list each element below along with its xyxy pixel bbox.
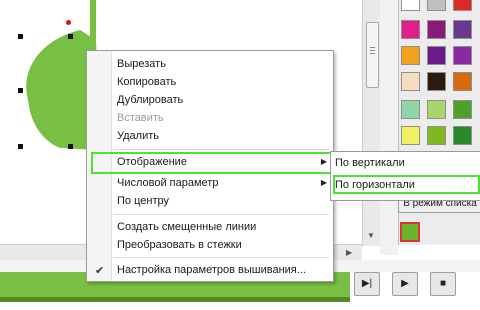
menu-item-delete[interactable]: Удалить: [117, 130, 159, 142]
selection-handle[interactable]: [18, 88, 23, 93]
selection-handle[interactable]: [18, 144, 23, 149]
color-swatch[interactable]: [427, 100, 446, 119]
right-toolbar-strip: [380, 0, 398, 255]
color-swatch[interactable]: [401, 126, 420, 145]
selection-handle[interactable]: [18, 34, 23, 39]
color-swatch[interactable]: [427, 72, 446, 91]
stop-icon: ■: [439, 278, 447, 289]
color-swatch[interactable]: [401, 72, 420, 91]
submenu-arrow-icon: ▶: [320, 157, 327, 166]
selected-color-swatch[interactable]: [400, 222, 420, 242]
color-swatch[interactable]: [401, 0, 420, 11]
scroll-down-icon[interactable]: ▼: [367, 231, 375, 240]
color-swatch[interactable]: [453, 46, 472, 65]
color-swatch[interactable]: [453, 20, 472, 39]
menu-item-embroidery-settings[interactable]: Настройка параметров вышивания...: [117, 264, 306, 276]
color-swatch[interactable]: [453, 72, 472, 91]
color-swatch[interactable]: [453, 100, 472, 119]
color-swatch[interactable]: [401, 46, 420, 65]
menu-item-numeric-parameter[interactable]: Числовой параметр: [117, 177, 218, 189]
menu-separator: [113, 149, 329, 150]
context-menu: Вырезать Копировать Дублировать Вставить…: [86, 50, 334, 282]
color-swatch[interactable]: [453, 126, 472, 145]
menu-separator: [113, 214, 329, 215]
menu-item-mirror[interactable]: Отображение: [117, 156, 187, 168]
step-icon: ▶|: [361, 278, 373, 289]
menu-item-duplicate[interactable]: Дублировать: [117, 94, 183, 106]
scroll-right-icon[interactable]: ▶: [346, 248, 352, 257]
color-swatch[interactable]: [453, 0, 472, 11]
color-swatch[interactable]: [401, 100, 420, 119]
selection-handle[interactable]: [68, 34, 73, 39]
color-swatch[interactable]: [427, 20, 446, 39]
color-swatch[interactable]: [427, 126, 446, 145]
stop-button[interactable]: ■: [430, 272, 456, 296]
menu-separator: [113, 257, 329, 258]
submenu-arrow-icon: ▶: [320, 178, 327, 187]
scrollbar-thumb[interactable]: [366, 22, 379, 88]
menu-item-create-offset-lines[interactable]: Создать смещенные линии: [117, 221, 256, 233]
step-button[interactable]: ▶|: [354, 272, 380, 296]
menu-item-center[interactable]: По центру: [117, 195, 169, 207]
menu-item-paste[interactable]: Вставить: [117, 112, 164, 124]
selection-handle[interactable]: [68, 144, 73, 149]
rotation-handle[interactable]: [66, 20, 71, 25]
mirror-submenu: По вертикали По горизонтали: [330, 151, 480, 201]
color-swatch[interactable]: [427, 46, 446, 65]
menu-item-copy[interactable]: Копировать: [117, 76, 176, 88]
menu-item-convert-to-stitches[interactable]: Преобразовать в стежки: [117, 239, 242, 251]
progress-bar-shadow: [0, 297, 350, 302]
submenu-item-horizontal[interactable]: По горизонтали: [335, 179, 415, 191]
menu-item-cut[interactable]: Вырезать: [117, 58, 166, 70]
submenu-item-vertical[interactable]: По вертикали: [335, 157, 405, 169]
color-swatch[interactable]: [401, 20, 420, 39]
vertical-scrollbar[interactable]: ▼: [362, 0, 382, 246]
play-icon: ▶: [401, 278, 409, 289]
color-swatch[interactable]: [427, 0, 446, 11]
check-icon: ✔: [95, 265, 105, 277]
play-button[interactable]: ▶: [392, 272, 418, 296]
